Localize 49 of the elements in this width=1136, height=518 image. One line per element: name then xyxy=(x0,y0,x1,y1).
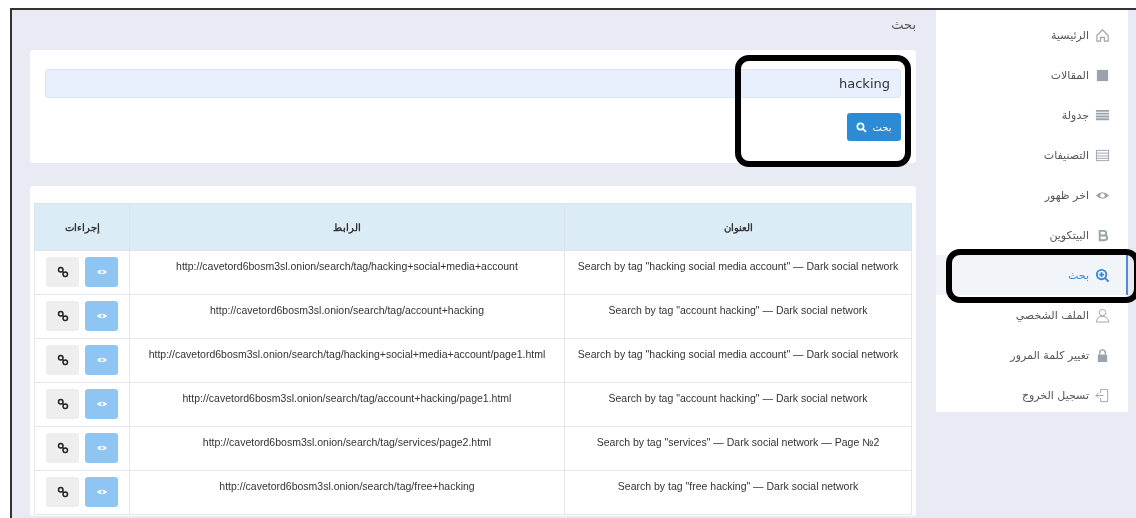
link-button[interactable] xyxy=(46,389,79,419)
table-cell: http://cavetord6bosm3sl.onion/search/tag/account+hacking/page1.html xyxy=(129,382,565,427)
table-cell: Search by tag "account hacking" — Dark social network xyxy=(564,382,912,427)
column-header: إجراءات xyxy=(34,203,130,251)
table-cell: http://cavetord6bosm3sl.onion/search/tag/hacking+social+media+account/page1.html xyxy=(129,338,565,383)
link-icon xyxy=(56,354,69,366)
search-icon xyxy=(1095,267,1110,283)
search-field[interactable]: hacking xyxy=(45,69,901,98)
table-cell: http://cavetord6bosm3sl.onion/search/tag/account+hacking xyxy=(129,294,565,339)
home-icon xyxy=(1095,27,1110,43)
sidebar-item[interactable]: المقالات xyxy=(936,55,1128,95)
sidebar-item[interactable]: البيتكوين xyxy=(936,215,1128,255)
link-icon xyxy=(56,310,69,322)
table-cell: http://cavetord6bosm3sl.onion/search/tag/hacking+social+media+account xyxy=(129,250,565,295)
archive-icon xyxy=(1095,67,1110,83)
link-button[interactable] xyxy=(46,477,79,507)
search-icon xyxy=(856,121,868,133)
lock-icon xyxy=(1095,347,1110,363)
table-icon xyxy=(1095,147,1110,163)
link-button[interactable] xyxy=(46,301,79,331)
sidebar-item[interactable]: بحث xyxy=(936,255,1128,295)
table-cell: Search by tag "free hacking" — Dark social network xyxy=(564,470,912,515)
table-cell: Search by tag "services" — Dark social network — Page №2 xyxy=(564,426,912,471)
user-icon xyxy=(1095,307,1110,323)
column-header: الرابط xyxy=(129,203,565,251)
link-icon xyxy=(56,486,69,498)
table-cell: http://cavetord6bosm3sl.onion/search/tag/services/page2.html xyxy=(129,426,565,471)
table-cell: http://cavetord6bosm3sl.onion/search/tag/free+hacking xyxy=(129,470,565,515)
link-button[interactable] xyxy=(46,345,79,375)
sidebar-item[interactable]: جدولة xyxy=(936,95,1128,135)
sidebar-item[interactable]: الرئيسية xyxy=(936,15,1128,55)
column-header: العنوان xyxy=(564,203,912,251)
link-button[interactable] xyxy=(46,433,79,463)
list-icon xyxy=(1095,107,1110,123)
sidebar-item[interactable]: التصنيفات xyxy=(936,135,1128,175)
link-icon xyxy=(56,442,69,454)
table-cell: Search by tag "hacking social media account" — Dark social network xyxy=(564,338,912,383)
search-button[interactable]: بحث xyxy=(847,113,901,141)
sidebar-item[interactable]: تغيير كلمة المرور xyxy=(936,335,1128,375)
sidebar-item[interactable]: تسجيل الخروج xyxy=(936,375,1128,415)
logout-icon xyxy=(1095,387,1110,403)
page-title: بحث xyxy=(890,16,916,34)
table-cell: Search by tag "hacking social media account" — Dark social network xyxy=(564,250,912,295)
sidebar-item[interactable]: اخر ظهور xyxy=(936,175,1128,215)
link-button[interactable] xyxy=(46,257,79,287)
table-cell: Search by tag "account hacking" — Dark social network xyxy=(564,294,912,339)
sidebar-item[interactable]: الملف الشخصي xyxy=(936,295,1128,335)
link-icon xyxy=(56,398,69,410)
link-icon xyxy=(56,266,69,278)
